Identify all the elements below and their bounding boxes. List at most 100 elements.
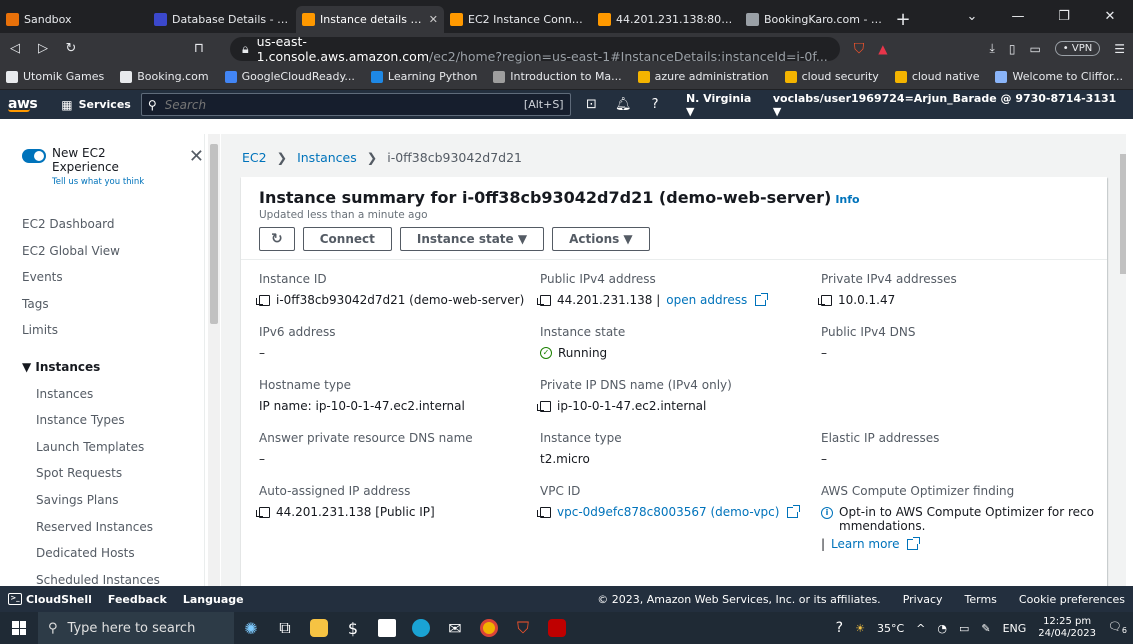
breadcrumb-instances[interactable]: Instances	[297, 150, 357, 165]
browser-tab[interactable]: BookingKaro.com - Hom	[740, 6, 888, 33]
copy-icon[interactable]	[537, 506, 551, 518]
browser-tab[interactable]: 44.201.231.138:8080 / m	[592, 6, 740, 33]
info-link[interactable]: Info	[835, 193, 859, 206]
sidebar-scrollbar[interactable]	[208, 134, 220, 586]
vpn-button[interactable]: • VPN	[1054, 41, 1101, 56]
download-icon[interactable]: ⤓	[990, 41, 995, 56]
sidebar-item[interactable]: Events	[0, 264, 204, 291]
file-explorer-icon[interactable]	[302, 612, 336, 644]
taskbar-search[interactable]: ⚲ Type here to search	[38, 612, 234, 644]
bookmark-item[interactable]: Utomik Games	[6, 70, 104, 83]
widgets-icon[interactable]: ✺	[234, 612, 268, 644]
browser-tab[interactable]: Database Details - RDS M	[148, 6, 296, 33]
copy-icon[interactable]	[256, 506, 270, 518]
learn-more-link[interactable]: Learn more	[831, 537, 899, 551]
account-menu[interactable]: voclabs/user1969724=Arjun_Barade @ 9730-…	[773, 92, 1125, 118]
sidebar-item[interactable]: Spot Requests	[0, 460, 204, 487]
cookie-preferences-link[interactable]: Cookie preferences	[1019, 593, 1125, 606]
language-button[interactable]: Language	[183, 593, 244, 606]
copy-icon[interactable]	[537, 294, 551, 306]
sidebar-section-instances[interactable]: ▼ Instances	[0, 354, 204, 381]
battery-icon[interactable]: ▭	[959, 622, 969, 635]
chrome-icon[interactable]	[472, 612, 506, 644]
sidebar-item[interactable]: EC2 Global View	[0, 238, 204, 265]
close-tab-icon[interactable]: ✕	[429, 13, 438, 26]
sidebar-item[interactable]: Tags	[0, 291, 204, 318]
copy-icon[interactable]	[256, 294, 270, 306]
chevron-up-icon[interactable]: ^	[916, 622, 925, 635]
refresh-button[interactable]: ↻	[259, 227, 295, 251]
sidebar-item[interactable]: Instance Types	[0, 407, 204, 434]
sidebar-item[interactable]: Launch Templates	[0, 434, 204, 461]
bookmark-item[interactable]: cloud security	[784, 70, 879, 83]
app-icon[interactable]: $	[336, 612, 370, 644]
forward-icon[interactable]: ▷	[36, 41, 50, 56]
windows-start-button[interactable]	[0, 612, 38, 644]
new-tab-button[interactable]: +	[888, 6, 918, 33]
connect-button[interactable]: Connect	[302, 227, 392, 251]
copy-icon[interactable]	[537, 400, 551, 412]
help-icon[interactable]: ?	[836, 620, 843, 636]
sidebar-toggle-icon[interactable]: ▯	[1009, 42, 1016, 56]
browser-tab[interactable]: Instance details | EC2 ✕	[296, 6, 444, 33]
feedback-link[interactable]: Tell us what you think	[52, 177, 171, 187]
cloudshell-icon[interactable]: ⊡	[581, 97, 603, 112]
aws-logo[interactable]: aws	[8, 97, 38, 112]
browser-tab[interactable]: Sandbox	[0, 6, 148, 33]
network-icon[interactable]: ◔	[937, 622, 947, 635]
sidebar-item[interactable]: Savings Plans	[0, 487, 204, 514]
store-icon[interactable]	[370, 612, 404, 644]
sidebar-item[interactable]: Reserved Instances	[0, 514, 204, 541]
bookmark-item[interactable]: GoogleCloudReady...	[224, 70, 355, 83]
feedback-button[interactable]: Feedback	[108, 593, 167, 606]
edge-icon[interactable]	[404, 612, 438, 644]
wallet-icon[interactable]: ▭	[1029, 42, 1040, 56]
optimizer-link[interactable]: i Opt-in to AWS Compute Optimizer for rec…	[821, 505, 1101, 533]
bell-icon[interactable]: 🔔︎	[612, 97, 634, 112]
external-link-icon[interactable]	[755, 292, 769, 306]
open-address-link[interactable]: open address	[666, 293, 747, 307]
copy-icon[interactable]	[818, 294, 832, 306]
browser-tab[interactable]: EC2 Instance Connect	[444, 6, 592, 33]
breadcrumb-ec2[interactable]: EC2	[242, 150, 267, 165]
notifications-icon[interactable]: 🗨︎6	[1108, 620, 1127, 635]
actions-button[interactable]: Actions ▼	[552, 227, 650, 251]
content-scrollbar[interactable]	[1119, 134, 1126, 586]
aws-search-box[interactable]: ⚲ [Alt+S]	[140, 93, 571, 116]
task-view-icon[interactable]: ⧉	[268, 612, 302, 644]
brave-shield-icon[interactable]: ⛉	[854, 41, 865, 57]
chevron-down-icon[interactable]: ⌄	[949, 9, 995, 24]
terms-link[interactable]: Terms	[965, 593, 997, 606]
search-input[interactable]	[164, 97, 516, 112]
language-indicator[interactable]: ENG	[1003, 622, 1027, 635]
bookmark-item[interactable]: Introduction to Ma...	[493, 70, 622, 83]
menu-icon[interactable]: ☰	[1114, 42, 1125, 56]
sidebar-item[interactable]: Instances	[0, 381, 204, 408]
help-icon[interactable]: ?	[644, 97, 666, 112]
privacy-link[interactable]: Privacy	[903, 593, 943, 606]
back-icon[interactable]: ◁	[8, 41, 22, 56]
filezilla-icon[interactable]	[540, 612, 574, 644]
restore-button[interactable]: ❐	[1041, 9, 1087, 24]
sidebar-item[interactable]: Limits	[0, 317, 204, 344]
close-window-button[interactable]: ✕	[1087, 9, 1133, 24]
reload-icon[interactable]: ↻	[64, 41, 78, 56]
bookmark-item[interactable]: Learning Python	[370, 70, 477, 83]
url-field[interactable]: 🔒︎ us-east-1.console.aws.amazon.com/ec2/…	[230, 34, 840, 64]
bookmark-item[interactable]: Welcome to Cliffor...	[995, 70, 1123, 83]
bookmark-icon[interactable]: ⊓	[192, 41, 206, 56]
sidebar-item[interactable]: EC2 Dashboard	[0, 211, 204, 238]
services-menu[interactable]: ▦ Services	[61, 98, 131, 112]
region-selector[interactable]: N. Virginia ▼	[686, 92, 763, 118]
minimize-button[interactable]: —	[995, 9, 1041, 24]
pen-icon[interactable]: ✎	[981, 622, 990, 635]
weather-text[interactable]: 35°C	[877, 622, 904, 635]
cloudshell-button[interactable]: >_ CloudShell	[8, 593, 92, 606]
bookmark-item[interactable]: Booking.com	[120, 70, 209, 83]
brave-icon[interactable]: ⛉	[506, 612, 540, 644]
clock[interactable]: 12:25 pm 24/04/2023	[1038, 616, 1096, 640]
vpc-link[interactable]: vpc-0d9efc878c8003567 (demo-vpc)	[557, 505, 779, 519]
instance-state-button[interactable]: Instance state ▼	[399, 227, 545, 251]
sidebar-item[interactable]: Dedicated Hosts	[0, 540, 204, 567]
external-link-icon[interactable]	[907, 536, 921, 550]
